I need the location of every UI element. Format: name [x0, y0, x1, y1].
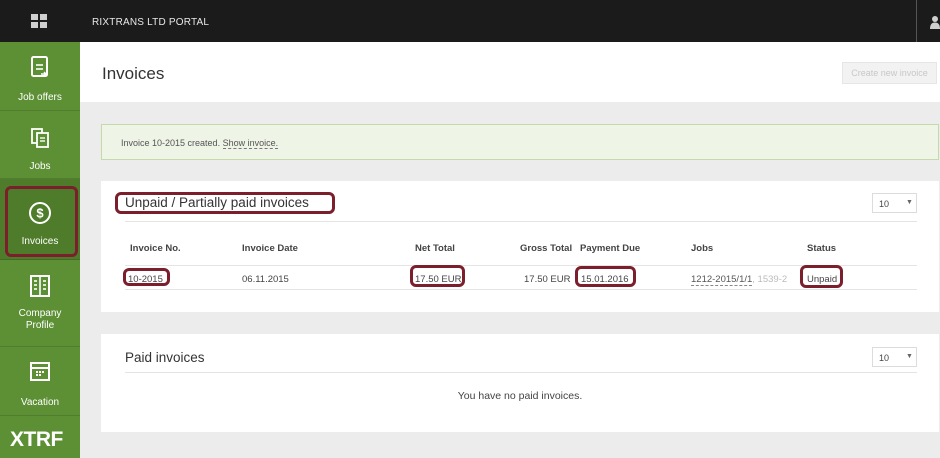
sidebar-item-job-offers[interactable]: Job offers	[0, 42, 80, 111]
page-header: Invoices Create new invoice	[80, 42, 940, 102]
sidebar-item-jobs[interactable]: Jobs	[0, 111, 80, 179]
divider	[125, 372, 917, 373]
divider	[125, 265, 917, 266]
sidebar-item-vacation[interactable]: Vacation	[0, 347, 80, 416]
create-new-invoice-button[interactable]: Create new invoice	[842, 62, 937, 84]
chevron-down-icon: ▼	[906, 353, 913, 360]
page-size-value: 10	[879, 199, 890, 209]
page-size-select[interactable]: 10 ▼	[872, 193, 917, 213]
xtrf-logo: XTRF	[10, 428, 63, 451]
apps-menu-area[interactable]	[0, 0, 80, 42]
top-bar: RIXTRANS LTD PORTAL	[80, 0, 940, 42]
building-icon	[30, 275, 50, 297]
divider	[125, 289, 917, 290]
highlight-payment-due	[575, 266, 636, 287]
divider	[125, 221, 917, 222]
paid-invoices-panel: Paid invoices 10 ▼ You have no paid invo…	[101, 334, 939, 432]
topbar-divider	[916, 0, 917, 42]
column-header[interactable]: Invoice No.	[130, 243, 181, 254]
chevron-down-icon: ▼	[906, 199, 913, 206]
column-header[interactable]: Status	[807, 243, 836, 254]
apps-grid-icon[interactable]	[31, 14, 47, 28]
highlight-status	[800, 265, 843, 288]
calendar-icon	[30, 362, 50, 381]
sidebar-item-company-profile[interactable]: Company Profile	[0, 260, 80, 347]
panel-title: Paid invoices	[125, 350, 205, 365]
success-alert: Invoice 10-2015 created. Show invoice.	[101, 124, 939, 160]
show-invoice-link[interactable]: Show invoice.	[222, 138, 279, 149]
document-arrow-icon	[31, 56, 48, 77]
empty-state-message: You have no paid invoices.	[457, 390, 583, 402]
user-icon[interactable]	[930, 15, 940, 29]
alert-message: Invoice 10-2015 created.	[121, 138, 221, 148]
sidebar-item-label: Vacation	[20, 397, 60, 408]
sidebar-item-label: Job offers	[18, 92, 62, 103]
page-title: Invoices	[102, 64, 165, 83]
page-size-value: 10	[879, 353, 890, 363]
sidebar-item-label: Company Profile	[18, 308, 62, 331]
highlight-invoices	[5, 186, 78, 257]
column-header[interactable]: Payment Due	[580, 243, 640, 254]
cell-gross-total: 17.50 EUR	[524, 274, 571, 285]
cell-jobs: 1212-2015/1/1, 1539-2	[691, 274, 787, 286]
column-header[interactable]: Gross Total	[520, 243, 572, 254]
unpaid-invoices-panel: Unpaid / Partially paid invoices 10 ▼ In…	[101, 181, 939, 312]
highlight-invoice-no	[123, 268, 170, 286]
documents-icon	[31, 128, 49, 148]
job-link[interactable]: 1212-2015/1/1	[691, 274, 753, 286]
column-header[interactable]: Invoice Date	[242, 243, 298, 254]
portal-title: RIXTRANS LTD PORTAL	[92, 17, 210, 28]
cell-invoice-date: 06.11.2015	[242, 274, 289, 285]
highlight-net-total	[410, 265, 465, 287]
sidebar-item-label: Jobs	[29, 161, 51, 172]
highlight-title	[115, 192, 335, 214]
job-link-more[interactable]: , 1539-2	[752, 274, 787, 285]
column-header[interactable]: Net Total	[415, 243, 455, 254]
page-size-select[interactable]: 10 ▼	[872, 347, 917, 367]
column-header[interactable]: Jobs	[691, 243, 713, 254]
